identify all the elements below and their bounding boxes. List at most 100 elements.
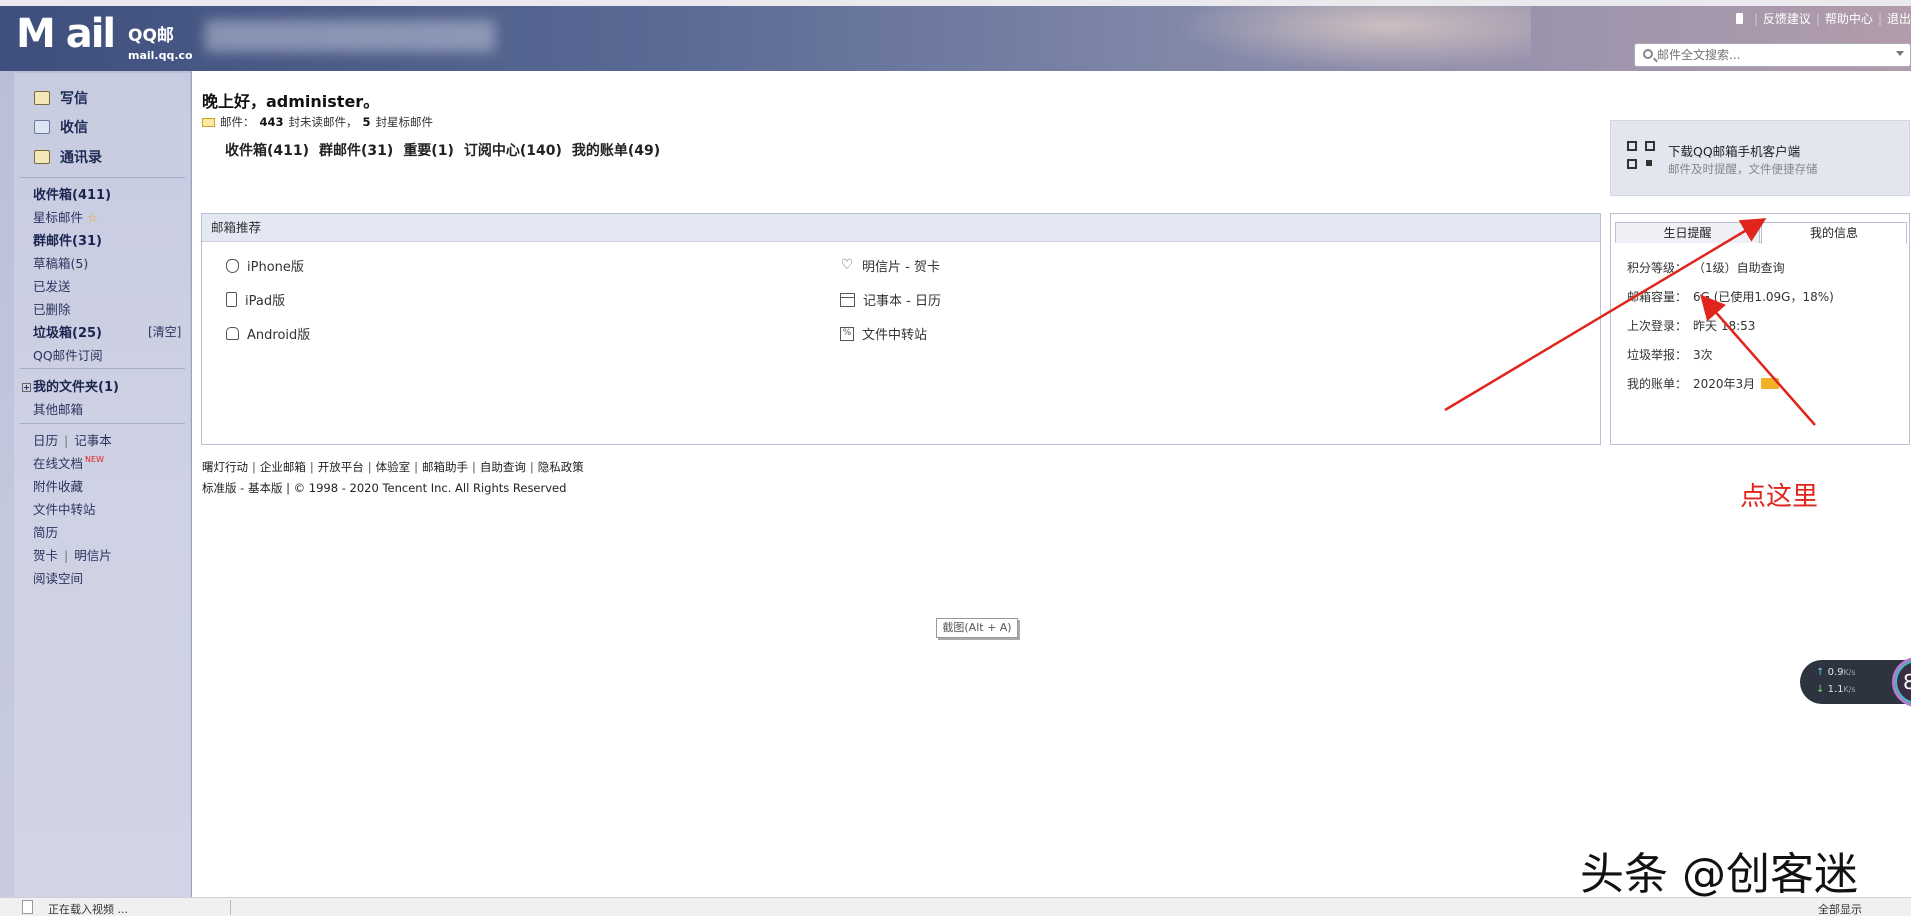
screenshot-tooltip: 截图(Alt + A) bbox=[936, 618, 1018, 638]
tab-birthday[interactable]: 生日提醒 bbox=[1615, 222, 1760, 243]
app-download-subtitle: 邮件及时提醒，文件便捷存储 bbox=[1668, 162, 1818, 176]
quicklink-group[interactable]: 群邮件(31) bbox=[319, 143, 393, 159]
status-bar: 正在载入视频 ... 全部显示 bbox=[0, 897, 1911, 916]
inbox-icon bbox=[34, 120, 50, 134]
info-panel: 生日提醒 我的信息 积分等级： （1级）自助查询 邮箱容量： 6G (已使用1.09… bbox=[1610, 213, 1910, 445]
sidebar-item-cards: 贺卡 | 明信片 bbox=[33, 548, 112, 563]
calendar-icon bbox=[840, 292, 855, 307]
search-icon bbox=[1643, 49, 1653, 59]
sidebar: 写信 收信 通讯录 收件箱(411) 星标邮件 ☆ 群邮件(31) 草稿箱(5)… bbox=[0, 71, 192, 897]
net-unit: K/s bbox=[1843, 685, 1856, 694]
sidebar-item-other-mailbox[interactable]: 其他邮箱 bbox=[33, 399, 83, 418]
calendar-link[interactable]: 日历 bbox=[33, 433, 58, 448]
info-value: 昨天 18:53 bbox=[1693, 319, 1756, 333]
compose-icon bbox=[34, 91, 50, 105]
compose-button[interactable]: 写信 bbox=[34, 88, 88, 108]
footer-link[interactable]: 自助查询 bbox=[480, 460, 526, 474]
net-up: ↑ 0.9K/s bbox=[1816, 667, 1856, 678]
quicklink-subscription[interactable]: 订阅中心(140) bbox=[464, 143, 562, 159]
blurred-account bbox=[205, 20, 495, 52]
rec-ipad[interactable]: iPad版 bbox=[226, 290, 285, 309]
clear-spam-link[interactable]: [清空] bbox=[148, 323, 181, 340]
header-links: | 反馈建议 | 帮助中心 | 退出 bbox=[1735, 10, 1911, 27]
starred-count[interactable]: 5 bbox=[363, 115, 371, 129]
footer-copyright: 标准版 - 基本版 | © 1998 - 2020 Tencent Inc. A… bbox=[202, 481, 567, 495]
show-all-button[interactable]: 全部显示 bbox=[1818, 901, 1862, 916]
info-label: 我的账单： bbox=[1627, 377, 1688, 391]
card-link[interactable]: 贺卡 bbox=[33, 548, 58, 563]
phone-icon[interactable] bbox=[1735, 13, 1743, 24]
mail-summary: 邮件： 443 封未读邮件， 5 封星标邮件 bbox=[202, 114, 433, 130]
sidebar-item-sent[interactable]: 已发送 bbox=[33, 276, 71, 295]
footer-link[interactable]: 隐私政策 bbox=[538, 460, 584, 474]
rec-transfer[interactable]: % 文件中转站 bbox=[840, 324, 927, 343]
footer-link[interactable]: 体验室 bbox=[376, 460, 411, 474]
unread-count[interactable]: 443 bbox=[260, 115, 284, 129]
document-icon bbox=[22, 900, 33, 914]
sidebar-item-docs[interactable]: 在线文档 NEW bbox=[33, 453, 104, 472]
rec-postcard[interactable]: ♡ 明信片 - 贺卡 bbox=[840, 256, 940, 276]
info-row-last-login: 上次登录： 昨天 18:53 bbox=[1627, 317, 1755, 334]
app-download-panel[interactable]: 下载QQ邮箱手机客户端 邮件及时提醒，文件便捷存储 bbox=[1610, 120, 1910, 196]
sidebar-item-subscription[interactable]: QQ邮件订阅 bbox=[33, 345, 103, 364]
mail-prefix: 邮件： bbox=[220, 115, 255, 129]
sidebar-item-transfer[interactable]: 文件中转站 bbox=[33, 499, 96, 518]
rec-notes[interactable]: 记事本 - 日历 bbox=[840, 290, 941, 309]
sidebar-item-starred[interactable]: 星标邮件 ☆ bbox=[33, 207, 98, 226]
sidebar-item-reading[interactable]: 阅读空间 bbox=[33, 568, 83, 587]
rec-android[interactable]: Android版 bbox=[226, 324, 310, 343]
starred-label: 星标邮件 bbox=[33, 210, 84, 225]
footer-link[interactable]: 曙灯行动 bbox=[202, 460, 248, 474]
sidebar-item-resume[interactable]: 简历 bbox=[33, 522, 58, 541]
sidebar-item-drafts[interactable]: 草稿箱(5) bbox=[33, 253, 88, 272]
info-row-spam-report: 垃圾举报： 3次 bbox=[1627, 346, 1713, 363]
network-widget[interactable]: ↑ 0.9K/s ↓ 1.1K/s 85% bbox=[1800, 657, 1911, 707]
expand-icon[interactable]: + bbox=[22, 383, 31, 392]
footer-link[interactable]: 开放平台 bbox=[318, 460, 364, 474]
help-link[interactable]: 帮助中心 bbox=[1825, 12, 1873, 26]
quicklink-bills[interactable]: 我的账单(49) bbox=[572, 143, 660, 159]
contacts-label: 通讯录 bbox=[60, 150, 102, 166]
app-download-title: 下载QQ邮箱手机客户端 bbox=[1668, 144, 1801, 159]
info-value: 6G (已使用1.09G，18%) bbox=[1693, 290, 1834, 304]
rec-postcard-label: 明信片 - 贺卡 bbox=[862, 260, 940, 275]
recommend-title: 邮箱推荐 bbox=[202, 214, 1600, 242]
info-value: 3次 bbox=[1693, 348, 1713, 362]
tablet-icon bbox=[226, 292, 237, 307]
sidebar-item-myfolders[interactable]: + 我的文件夹(1) bbox=[22, 376, 119, 395]
logout-link[interactable]: 退出 bbox=[1887, 12, 1911, 26]
tab-my-info[interactable]: 我的信息 bbox=[1761, 222, 1907, 244]
net-down: ↓ 1.1K/s bbox=[1816, 684, 1856, 695]
memory-percent: 85% bbox=[1903, 670, 1911, 694]
quicklink-inbox[interactable]: 收件箱(411) bbox=[225, 143, 309, 159]
info-label: 积分等级： bbox=[1627, 261, 1688, 275]
envelope-icon bbox=[202, 117, 215, 127]
info-value[interactable]: （1级）自助查询 bbox=[1693, 259, 1785, 276]
search-input[interactable] bbox=[1657, 47, 1877, 63]
rec-iphone[interactable]: iPhone版 bbox=[226, 256, 304, 275]
mail-logo[interactable]: M ail QQ邮 mail.qq.co bbox=[16, 14, 193, 62]
qr-code-icon bbox=[1627, 141, 1657, 171]
sidebar-item-group[interactable]: 群邮件(31) bbox=[33, 230, 102, 249]
contacts-button[interactable]: 通讯录 bbox=[34, 147, 102, 167]
sidebar-item-deleted[interactable]: 已删除 bbox=[33, 299, 71, 318]
quicklink-important[interactable]: 重要(1) bbox=[403, 143, 454, 159]
android-icon bbox=[226, 327, 239, 340]
sidebar-item-spam[interactable]: 垃圾箱(25) bbox=[33, 322, 102, 341]
notes-link[interactable]: 记事本 bbox=[74, 433, 112, 448]
footer-link[interactable]: 邮箱助手 bbox=[422, 460, 468, 474]
net-up-value: 0.9 bbox=[1827, 667, 1844, 678]
sidebar-item-inbox[interactable]: 收件箱(411) bbox=[33, 184, 111, 203]
rec-iphone-label: iPhone版 bbox=[247, 260, 304, 275]
footer-link[interactable]: 企业邮箱 bbox=[260, 460, 306, 474]
bill-value[interactable]: 2020年3月 bbox=[1693, 375, 1780, 392]
feedback-link[interactable]: 反馈建议 bbox=[1763, 12, 1811, 26]
recommend-panel: 邮箱推荐 iPhone版 iPad版 Android版 ♡ 明信片 - 贺卡 记事… bbox=[201, 213, 1601, 445]
sidebar-item-attachments[interactable]: 附件收藏 bbox=[33, 476, 83, 495]
info-label: 邮箱容量： bbox=[1627, 290, 1688, 304]
inbox-button[interactable]: 收信 bbox=[34, 117, 88, 137]
postcard-link[interactable]: 明信片 bbox=[74, 548, 112, 563]
chevron-down-icon[interactable] bbox=[1896, 51, 1904, 56]
search-box[interactable] bbox=[1634, 43, 1911, 67]
bill-month: 2020年3月 bbox=[1693, 377, 1756, 391]
